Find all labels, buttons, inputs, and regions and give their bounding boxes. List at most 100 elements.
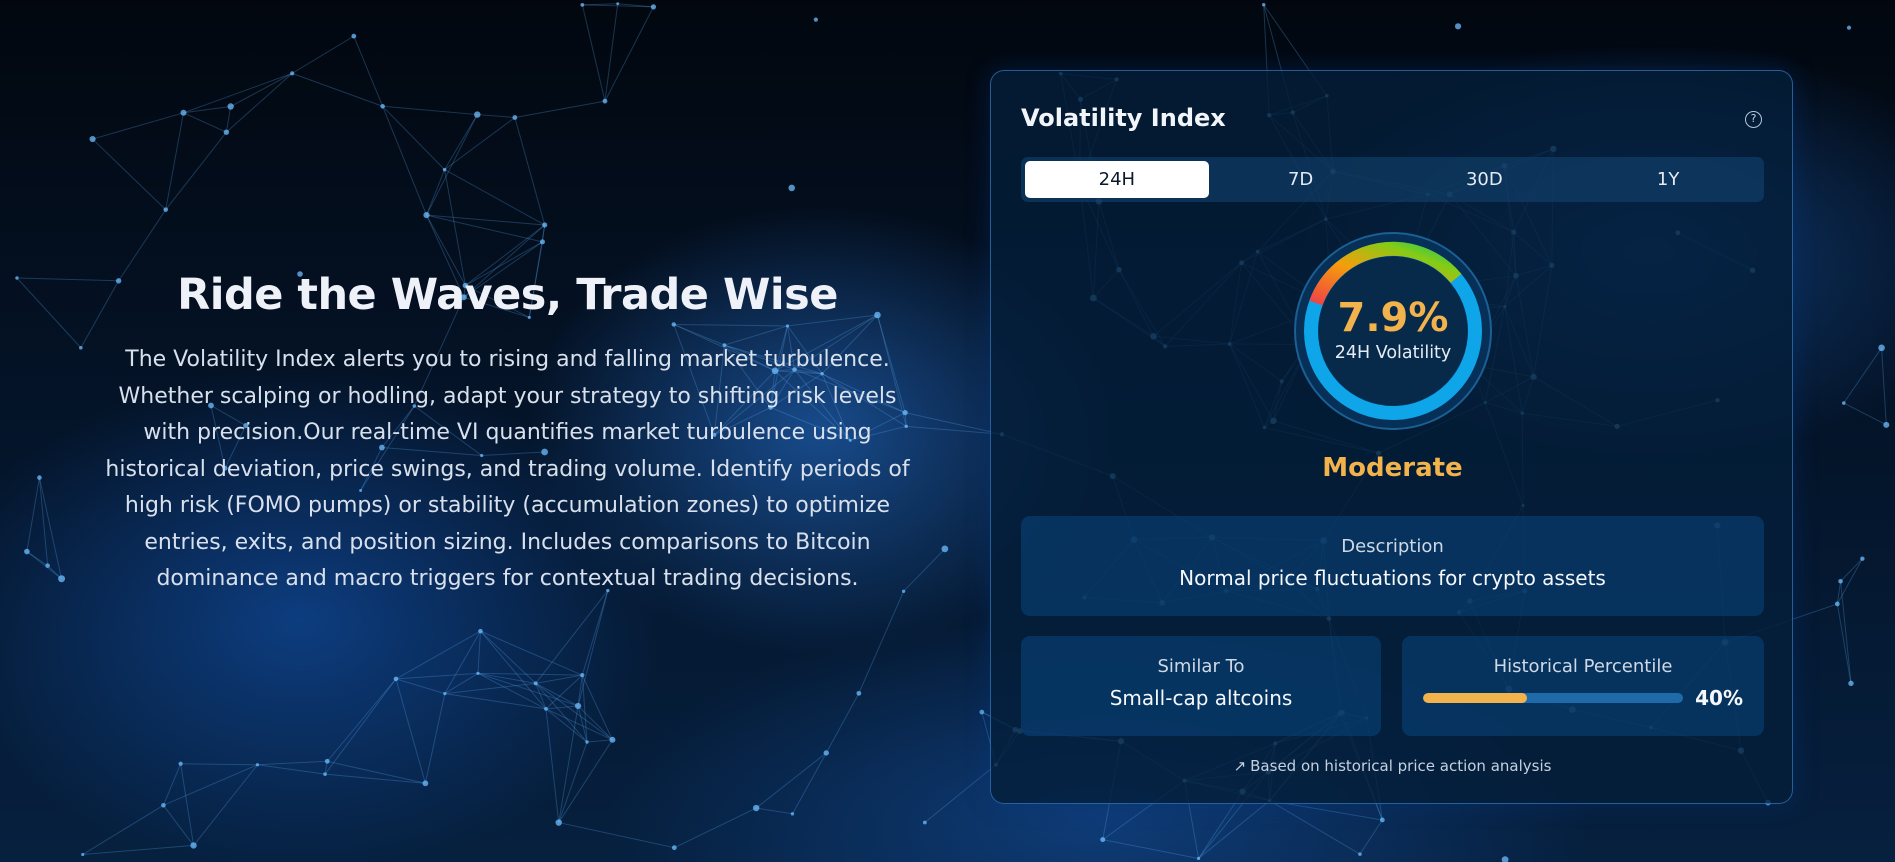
network-node [1454,23,1462,30]
tab-24h[interactable]: 24H [1025,161,1209,198]
tab-30d[interactable]: 30D [1393,161,1577,198]
network-node [1196,856,1201,861]
network-node [1834,601,1840,607]
network-node [393,676,399,682]
network-line [324,678,397,775]
network-node [650,4,657,10]
network-line [1359,819,1383,855]
network-node [1878,344,1885,352]
network-node [813,17,818,22]
network-line [858,591,905,694]
network-line [514,117,546,226]
network-node [788,184,796,192]
volatility-level: Moderate [1322,453,1463,483]
network-node [180,109,187,116]
network-node [1841,401,1846,405]
network-node [1838,578,1843,584]
network-line [577,705,613,741]
network-line [604,6,654,102]
network-line [424,693,446,784]
network-node [15,276,19,280]
network-line [825,693,860,754]
card-title: Volatility Index [1021,104,1226,132]
description-label: Description [1341,536,1444,557]
tab-7d[interactable]: 7D [1209,161,1393,198]
network-node [478,628,483,634]
network-node [580,673,585,678]
network-line [395,630,481,680]
network-node [1846,25,1852,30]
network-line [26,477,40,552]
network-node [856,690,862,696]
network-node [45,563,50,568]
network-node [823,750,829,756]
network-node [380,103,385,109]
network-line [477,631,481,674]
network-node [1883,421,1890,428]
network-node [1262,3,1266,7]
network-line [165,112,184,210]
network-line [291,72,383,107]
network-node [443,692,447,696]
network-line [92,112,184,140]
network-node [1379,817,1385,823]
network-line [586,739,613,743]
network-node [539,239,545,245]
network-line [545,705,579,710]
percentile-bar [1423,693,1684,703]
network-line [1843,347,1882,404]
network-node [161,802,166,808]
network-line [291,35,355,74]
network-line [444,630,481,694]
network-node [255,763,260,767]
network-line [1843,402,1887,426]
network-line [183,112,227,133]
network-line [604,3,619,102]
network-line [1102,839,1199,859]
network-line [326,678,397,762]
help-circle-icon[interactable]: ? [1745,111,1762,128]
network-line [426,114,478,216]
network-node [89,135,96,143]
network-line [756,807,793,815]
network-line [226,73,293,133]
network-node [544,706,548,711]
network-node [941,545,949,553]
gauge-value: 7.9% [1337,295,1449,341]
network-line [792,752,827,815]
network-line [395,678,445,695]
network-line [16,277,82,349]
network-line [577,590,609,707]
network-line [545,708,560,823]
network-node [190,842,197,849]
network-node [442,167,447,172]
network-line [906,425,1003,435]
network-line [558,739,613,823]
network-line [426,214,543,243]
network-node [422,780,429,787]
footnote: ↗ Based on historical price action analys… [991,757,1794,775]
network-node [609,736,616,743]
network-node [178,761,183,766]
footnote-text: Based on historical price action analysi… [1250,757,1552,775]
hero-description: The Volatility Index alerts you to risin… [105,347,910,591]
hero-section: Ride the Waves, Trade Wise The Volatilit… [95,270,920,598]
network-node [555,819,562,826]
network-line [183,105,231,114]
network-line [395,678,426,784]
network-node [1848,680,1854,687]
network-line [581,4,606,102]
network-node [1358,852,1362,856]
tab-1y[interactable]: 1Y [1576,161,1760,198]
percentile-value: 40% [1695,686,1743,710]
description-value: Normal price fluctuations for crypto ass… [1179,566,1606,590]
network-node [81,852,85,857]
network-line [165,131,227,210]
volatility-gauge: 7.9% 24H Volatility [1293,231,1493,431]
network-line [82,844,194,856]
network-node [790,812,795,816]
network-line [325,773,426,784]
network-node [37,475,42,480]
network-line [582,3,618,6]
similar-to-label: Similar To [1157,656,1245,677]
